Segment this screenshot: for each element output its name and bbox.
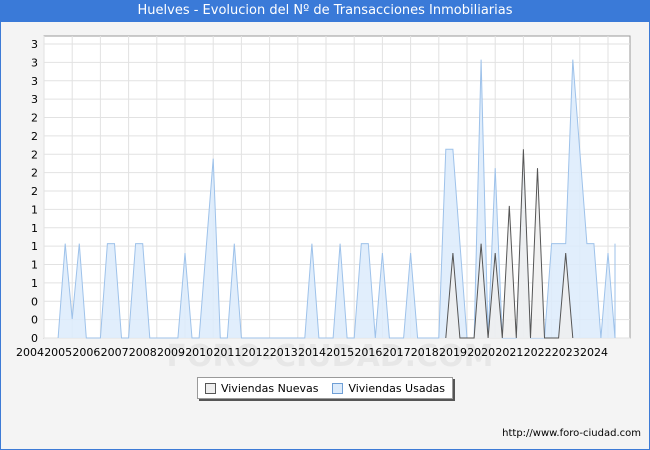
y-tick-label: 1 [31, 277, 38, 290]
y-tick-label: 3 [31, 75, 38, 88]
x-tick-label: 2004 [16, 346, 44, 359]
y-tick-label: 3 [31, 56, 38, 69]
y-tick-label: 3 [31, 93, 38, 106]
legend-item-nuevas: Viviendas Nuevas [204, 381, 319, 395]
y-tick-label: 1 [31, 259, 38, 272]
x-tick-label: 2021 [495, 346, 523, 359]
legend: Viviendas Nuevas Viviendas Usadas [197, 377, 453, 399]
legend-label-usadas: Viviendas Usadas [348, 381, 446, 395]
legend-label-nuevas: Viviendas Nuevas [220, 381, 319, 395]
y-tick-label: 1 [31, 240, 38, 253]
y-tick-label: 2 [31, 167, 38, 180]
x-tick-label: 2009 [157, 346, 185, 359]
x-tick-label: 2013 [270, 346, 298, 359]
y-tick-label: 1 [31, 203, 38, 216]
x-tick-label: 2016 [354, 346, 382, 359]
x-tick-label: 2010 [185, 346, 213, 359]
x-tick-label: 2012 [242, 346, 270, 359]
x-tick-label: 2015 [326, 346, 354, 359]
x-tick-label: 2017 [383, 346, 411, 359]
x-tick-label: 2005 [44, 346, 72, 359]
y-tick-label: 2 [31, 185, 38, 198]
legend-swatch-usadas [332, 382, 344, 394]
y-tick-label: 0 [31, 295, 38, 308]
x-axis-ticks: 2004 2005 2006 2007 2008 2009 2010 2011 2012 2013… [16, 346, 608, 359]
x-tick-label: 2014 [298, 346, 326, 359]
x-tick-label: 2011 [213, 346, 241, 359]
y-tick-label: 2 [31, 130, 38, 143]
x-tick-label: 2024 [580, 346, 608, 359]
x-tick-label: 2023 [552, 346, 580, 359]
x-tick-label: 2008 [129, 346, 157, 359]
x-tick-label: 2019 [439, 346, 467, 359]
y-tick-label: 3 [31, 38, 38, 51]
x-tick-label: 2020 [467, 346, 495, 359]
y-tick-label: 2 [31, 112, 38, 125]
x-tick-label: 2006 [72, 346, 100, 359]
legend-item-usadas: Viviendas Usadas [332, 382, 445, 395]
y-tick-label: 2 [31, 148, 38, 161]
x-tick-label: 2007 [101, 346, 129, 359]
legend-swatch-nuevas [204, 382, 216, 394]
y-tick-label: 0 [31, 332, 38, 345]
y-tick-label: 1 [31, 222, 38, 235]
x-tick-label: 2018 [411, 346, 439, 359]
x-tick-label: 2022 [524, 346, 552, 359]
y-tick-label: 0 [31, 314, 38, 327]
y-axis-ticks: 0 0 0 1 1 1 1 1 2 2 2 2 2 3 3 3 3 [31, 38, 38, 345]
footer-url[interactable]: http://www.foro-ciudad.com [502, 428, 641, 439]
